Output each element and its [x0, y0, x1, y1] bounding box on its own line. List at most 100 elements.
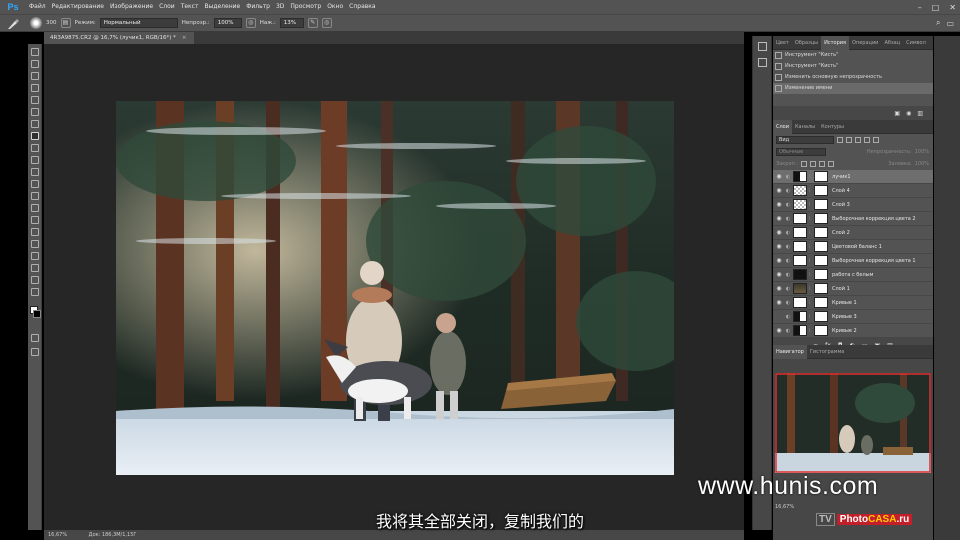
- airbrush-icon[interactable]: ✎: [307, 18, 318, 28]
- layer-mask-thumbnail[interactable]: [814, 325, 828, 336]
- history-item[interactable]: Инструмент "Кисть": [773, 61, 933, 72]
- properties-icon[interactable]: [758, 42, 767, 51]
- lasso-tool-icon[interactable]: [31, 72, 39, 80]
- filter-type-icon[interactable]: [855, 137, 861, 143]
- menu-view[interactable]: Просмотр: [287, 0, 324, 14]
- layer-mask-thumbnail[interactable]: [814, 213, 828, 224]
- screen-mode-icon[interactable]: [31, 348, 39, 356]
- layer-mask-thumbnail[interactable]: [814, 185, 828, 196]
- layer-row[interactable]: ◉ ◐ ⁞ лучик1: [773, 170, 933, 184]
- layer-row[interactable]: ◉ ◐ ⁞ Кривые 1: [773, 296, 933, 310]
- close-button[interactable]: ✕: [949, 3, 956, 12]
- snapshot-camera-icon[interactable]: ◉: [906, 110, 911, 117]
- tab-layers[interactable]: Слои: [773, 119, 792, 134]
- lock-all-icon[interactable]: [828, 161, 835, 167]
- visibility-eye-icon[interactable]: ◉: [773, 215, 785, 222]
- layer-row[interactable]: ◉ ◐ ⁞ Кривые 2: [773, 324, 933, 338]
- visibility-eye-icon[interactable]: ◉: [773, 327, 785, 334]
- layer-mask-thumbnail[interactable]: [814, 311, 828, 322]
- layer-opacity-value[interactable]: 100%: [915, 149, 929, 155]
- mask-link-icon[interactable]: ⁞: [807, 258, 812, 264]
- mask-link-icon[interactable]: ⁞: [807, 202, 812, 208]
- layer-row[interactable]: ◉ ◐ ⁞ Цветовой баланс 1: [773, 240, 933, 254]
- tab-histogram[interactable]: Гистограмма: [807, 345, 848, 359]
- visibility-eye-icon[interactable]: ◉: [773, 243, 785, 250]
- quick-select-tool-icon[interactable]: [31, 84, 39, 92]
- brush-preset-icon[interactable]: [30, 17, 42, 29]
- layer-thumbnail[interactable]: [793, 227, 807, 238]
- layer-mask-thumbnail[interactable]: [814, 297, 828, 308]
- history-item[interactable]: Инструмент "Кисть": [773, 50, 933, 61]
- menu-window[interactable]: Окно: [324, 0, 346, 14]
- tab-actions[interactable]: Операции: [849, 36, 881, 50]
- layer-thumbnail[interactable]: [793, 185, 807, 196]
- layer-thumbnail[interactable]: [793, 283, 807, 294]
- layer-thumbnail[interactable]: [793, 199, 807, 210]
- healing-tool-icon[interactable]: [31, 120, 39, 128]
- tab-swatches[interactable]: Образцы: [792, 36, 821, 50]
- layer-thumbnail[interactable]: [793, 213, 807, 224]
- layer-mask-thumbnail[interactable]: [814, 283, 828, 294]
- mask-link-icon[interactable]: ⁞: [807, 328, 812, 334]
- fill-value[interactable]: 100%: [915, 161, 929, 167]
- tab-navigator[interactable]: Навигатор: [773, 344, 807, 359]
- type-tool-icon[interactable]: [31, 228, 39, 236]
- pressure-field[interactable]: 13%: [279, 18, 304, 28]
- maximize-button[interactable]: □: [932, 3, 940, 12]
- layer-row[interactable]: ◉ ◐ ⁞ Выборочная коррекция цвета 2: [773, 212, 933, 226]
- layer-thumbnail[interactable]: [793, 297, 807, 308]
- menu-3d[interactable]: 3D: [273, 0, 287, 14]
- more-tools-icon[interactable]: [31, 288, 39, 296]
- marquee-tool-icon[interactable]: [31, 60, 39, 68]
- clone-stamp-tool-icon[interactable]: [31, 144, 39, 152]
- status-zoom[interactable]: 16,67%: [48, 532, 67, 538]
- mask-link-icon[interactable]: ⁞: [807, 174, 812, 180]
- filter-smart-icon[interactable]: [873, 137, 879, 143]
- menu-type[interactable]: Текст: [178, 0, 202, 14]
- menu-edit[interactable]: Редактирование: [49, 0, 107, 14]
- layer-mask-thumbnail[interactable]: [814, 255, 828, 266]
- mask-link-icon[interactable]: ⁞: [807, 300, 812, 306]
- eraser-tool-icon[interactable]: [31, 168, 39, 176]
- eyedropper-tool-icon[interactable]: [31, 108, 39, 116]
- blend-mode-select[interactable]: Обычные: [776, 148, 826, 156]
- mode-select[interactable]: Нормальный: [99, 18, 178, 28]
- tab-paths[interactable]: Контуры: [818, 120, 847, 134]
- brush-panel-toggle-icon[interactable]: ▤: [60, 18, 71, 28]
- visibility-eye-icon[interactable]: ◉: [773, 271, 785, 278]
- history-brush-tool-icon[interactable]: [31, 156, 39, 164]
- layer-thumbnail[interactable]: [793, 269, 807, 280]
- menu-filter[interactable]: Фильтр: [243, 0, 273, 14]
- mask-link-icon[interactable]: ⁞: [807, 272, 812, 278]
- crop-tool-icon[interactable]: [31, 96, 39, 104]
- filter-shape-icon[interactable]: [864, 137, 870, 143]
- document-tab[interactable]: 4R3A9875.CR2 @ 16,7% (лучик1, RGB/16*) *…: [44, 32, 195, 44]
- filter-adjust-icon[interactable]: [846, 137, 852, 143]
- visibility-eye-icon[interactable]: ◉: [773, 299, 785, 306]
- pen-tool-icon[interactable]: [31, 216, 39, 224]
- history-item-selected[interactable]: Изменение имени: [773, 83, 933, 94]
- layer-thumbnail[interactable]: [793, 171, 807, 182]
- tab-character[interactable]: Символ: [903, 36, 929, 50]
- mask-link-icon[interactable]: ⁞: [807, 286, 812, 292]
- pressure-size-icon[interactable]: ◎: [321, 18, 332, 28]
- layer-row[interactable]: ◉ ◐ ⁞ Выборочная коррекция цвета 1: [773, 254, 933, 268]
- hand-tool-icon[interactable]: [31, 264, 39, 272]
- layer-thumbnail[interactable]: [793, 325, 807, 336]
- mask-link-icon[interactable]: ⁞: [807, 244, 812, 250]
- layer-mask-thumbnail[interactable]: [814, 227, 828, 238]
- lock-transparent-icon[interactable]: [801, 161, 808, 167]
- layer-thumbnail[interactable]: [793, 311, 807, 322]
- visibility-eye-icon[interactable]: ◉: [773, 257, 785, 264]
- menu-select[interactable]: Выделение: [201, 0, 243, 14]
- new-document-from-state-icon[interactable]: ▣: [894, 110, 900, 117]
- lock-position-icon[interactable]: [819, 161, 826, 167]
- tab-history[interactable]: История: [821, 35, 850, 50]
- adjustments-icon[interactable]: [758, 58, 767, 67]
- history-item[interactable]: Изменить основную непрозрачность: [773, 72, 933, 83]
- brush-tool-icon[interactable]: [6, 18, 20, 30]
- mask-link-icon[interactable]: ⁞: [807, 188, 812, 194]
- navigator-preview[interactable]: [775, 373, 931, 473]
- layer-row[interactable]: ◐ ⁞ Кривые 3: [773, 310, 933, 324]
- visibility-eye-icon[interactable]: ◉: [773, 187, 785, 194]
